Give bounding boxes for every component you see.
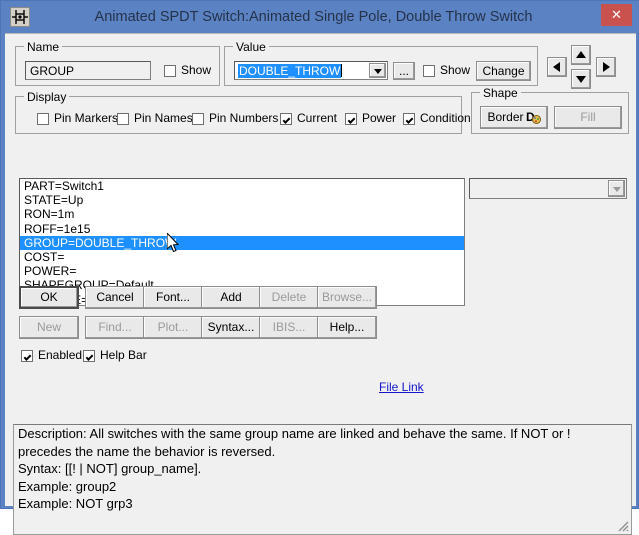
checkbox-help-bar-label: Help Bar bbox=[100, 348, 147, 362]
border-button[interactable]: Border D bbox=[480, 106, 548, 129]
description-line-1: Description: All switches with the same … bbox=[18, 426, 571, 459]
checkbox-pin-markers-box bbox=[37, 113, 49, 125]
change-button[interactable]: Change bbox=[476, 61, 531, 81]
ok-button[interactable]: OK bbox=[19, 286, 79, 309]
checkbox-power-label: Power bbox=[362, 111, 397, 125]
find-button: Find... bbox=[85, 316, 145, 339]
list-item[interactable]: STATE=Up bbox=[20, 193, 464, 207]
name-show-checkbox-box bbox=[164, 65, 176, 77]
list-item[interactable]: POWER= bbox=[20, 264, 464, 278]
value-show-label: Show bbox=[440, 63, 471, 77]
checkbox-pin-names-box bbox=[117, 113, 129, 125]
dialog-window: Animated SPDT Switch:Animated Single Pol… bbox=[0, 0, 639, 535]
arrow-left-icon bbox=[553, 62, 560, 72]
list-item[interactable]: RON=1m bbox=[20, 207, 464, 221]
list-item[interactable]: PART=Switch1 bbox=[20, 179, 464, 193]
window-title: Animated SPDT Switch:Animated Single Pol… bbox=[94, 9, 533, 25]
nav-previous-button[interactable] bbox=[547, 57, 567, 77]
value-browse-button[interactable]: ... bbox=[393, 62, 415, 80]
resize-grip[interactable] bbox=[616, 519, 629, 532]
description-line-4: Example: NOT grp3 bbox=[18, 496, 133, 511]
arrow-right-icon bbox=[603, 62, 610, 72]
display-group: Display Pin Markers Pin Names Pin Number… bbox=[15, 90, 471, 134]
value-combobox[interactable]: DOUBLE_THROW bbox=[234, 61, 388, 80]
list-item-selected[interactable]: GROUP=DOUBLE_THROW bbox=[20, 235, 464, 250]
arrow-up-icon bbox=[576, 51, 586, 58]
fill-button: Fill bbox=[554, 106, 622, 129]
description-line-3: Example: group2 bbox=[18, 478, 117, 494]
new-button: New bbox=[19, 316, 79, 339]
checkbox-help-bar-box bbox=[83, 350, 95, 362]
checkbox-enabled-label: Enabled bbox=[38, 348, 83, 362]
value-show-checkbox-box bbox=[423, 65, 435, 77]
value-group-title: Value bbox=[233, 40, 269, 54]
nav-next-button[interactable] bbox=[596, 57, 616, 77]
add-button[interactable]: Add bbox=[201, 286, 261, 309]
chevron-down-icon bbox=[373, 68, 382, 74]
help-bar-panel: Description: All switches with the same … bbox=[13, 424, 632, 535]
close-button[interactable]: ✕ bbox=[601, 4, 632, 26]
value-combobox-selected-text: DOUBLE_THROW bbox=[238, 64, 342, 78]
checkbox-current-label: Current bbox=[297, 111, 338, 125]
title-bar: Animated SPDT Switch:Animated Single Pol… bbox=[1, 1, 639, 33]
checkbox-current-box bbox=[280, 113, 292, 125]
display-group-title: Display bbox=[24, 90, 70, 104]
checkbox-pin-markers-label: Pin Markers bbox=[54, 111, 119, 125]
description-line-2: Syntax: [[! | NOT] group_name]. bbox=[18, 461, 202, 476]
checkbox-condition-box bbox=[403, 113, 415, 125]
checkbox-pin-names-label: Pin Names bbox=[134, 111, 193, 125]
nav-up-button[interactable] bbox=[571, 45, 591, 65]
border-button-label: Border bbox=[487, 110, 524, 124]
checkbox-condition-label: Condition bbox=[420, 111, 471, 125]
shapegroup-combobox bbox=[469, 178, 627, 199]
value-group: Value DOUBLE_THROW ... Show Change bbox=[224, 40, 538, 86]
cancel-button[interactable]: Cancel bbox=[85, 286, 145, 309]
navigation-arrows bbox=[543, 44, 629, 90]
name-group: Name GROUP Show bbox=[15, 40, 220, 86]
plot-button: Plot... bbox=[143, 316, 203, 339]
name-group-title: Name bbox=[24, 40, 63, 54]
chevron-down-icon bbox=[612, 186, 621, 192]
browse-button: Browse... bbox=[317, 286, 377, 309]
checkbox-pin-numbers-box bbox=[192, 113, 204, 125]
value-combobox-text: DOUBLE_THROW bbox=[238, 64, 343, 79]
font-button[interactable]: Font... bbox=[143, 286, 203, 309]
nav-down-button[interactable] bbox=[571, 69, 591, 89]
list-item[interactable]: ROFF=1e15 bbox=[20, 222, 464, 236]
color-palette-icon: D bbox=[526, 110, 541, 128]
checkbox-enabled-box bbox=[21, 350, 33, 362]
name-field[interactable]: GROUP bbox=[25, 61, 151, 80]
syntax-button[interactable]: Syntax... bbox=[201, 316, 261, 339]
ibis-button: IBIS... bbox=[259, 316, 319, 339]
file-link[interactable]: File Link bbox=[379, 380, 424, 394]
switch-schematic-icon bbox=[10, 7, 30, 27]
list-item[interactable]: COST= bbox=[20, 250, 464, 264]
delete-button: Delete bbox=[259, 286, 319, 309]
text-caret bbox=[341, 64, 343, 77]
value-combobox-dropdown-button[interactable] bbox=[369, 63, 386, 78]
dialog-client-area: Name GROUP Show Value DOUBLE_THROW ... S… bbox=[5, 33, 636, 535]
arrow-down-icon bbox=[576, 76, 586, 83]
shapegroup-combobox-dropdown-button bbox=[608, 180, 625, 197]
shape-group: Shape Border D Fill bbox=[471, 86, 629, 134]
checkbox-pin-numbers-label: Pin Numbers bbox=[209, 111, 279, 125]
help-button[interactable]: Help... bbox=[317, 316, 377, 339]
name-show-label: Show bbox=[181, 63, 212, 77]
checkbox-power-box bbox=[345, 113, 357, 125]
shape-group-title: Shape bbox=[480, 86, 521, 100]
